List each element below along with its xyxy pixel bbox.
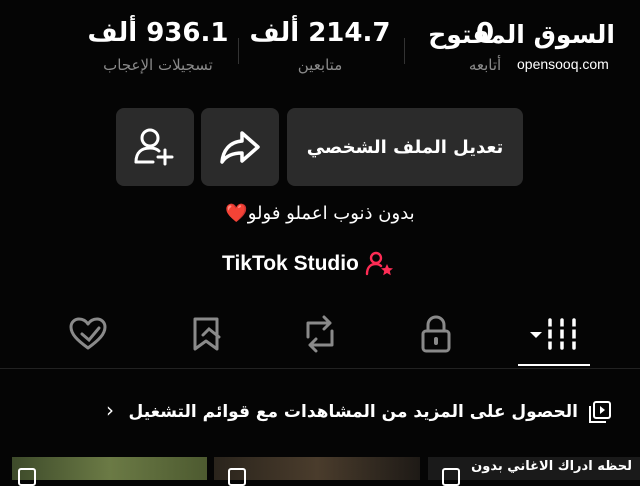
- edit-profile-button[interactable]: تعديل الملف الشخصي: [287, 108, 523, 186]
- watermark-arabic: السوق المفتوح: [428, 20, 615, 49]
- creator-star-icon: [365, 251, 393, 276]
- hidden-bookmark-icon: [193, 317, 221, 351]
- playlist-promo-text: الحصول على المزيد من المشاهدات مع قوائم …: [128, 402, 578, 422]
- select-checkbox[interactable]: [442, 468, 460, 486]
- stats-divider: [238, 38, 239, 64]
- tiktok-studio-label: TikTok Studio: [222, 252, 359, 275]
- share-profile-button[interactable]: [201, 108, 279, 186]
- chevron-right-icon: ›: [106, 398, 114, 422]
- add-friend-button[interactable]: [116, 108, 194, 186]
- tab-reposts[interactable]: [290, 306, 350, 362]
- likes-stat[interactable]: 936.1 ألف تسجيلات الإعجاب: [78, 14, 238, 74]
- add-user-icon: [134, 128, 174, 166]
- profile-bio: بدون ذنوب اعملو فولو❤️: [200, 203, 440, 224]
- tabs-divider: [0, 368, 640, 369]
- active-tab-indicator: [518, 364, 590, 366]
- opensooq-watermark: السوق المفتوح opensooq.com: [428, 18, 625, 78]
- tab-private[interactable]: [406, 306, 466, 362]
- video-thumbnail[interactable]: [12, 457, 207, 480]
- hidden-heart-icon: [69, 317, 107, 350]
- select-checkbox[interactable]: [228, 468, 246, 486]
- watermark-latin: opensooq.com: [517, 56, 609, 72]
- select-checkbox[interactable]: [18, 468, 36, 486]
- tab-liked[interactable]: [58, 306, 118, 362]
- thumbnail-caption: لحظه ادراك الاغاني بدون: [471, 459, 632, 474]
- grid-icon: [530, 318, 578, 350]
- stats-divider: [404, 38, 405, 64]
- bio-text: بدون ذنوب اعملو فولو: [247, 203, 415, 224]
- followers-count: 214.7 ألف: [249, 18, 391, 48]
- tab-favorites[interactable]: [176, 306, 236, 362]
- followers-label: متابعين: [297, 56, 343, 74]
- playlist-icon: [589, 401, 611, 423]
- tiktok-studio-link[interactable]: TikTok Studio: [222, 248, 395, 280]
- lock-icon: [421, 315, 451, 353]
- likes-count: 936.1 ألف: [87, 18, 229, 48]
- repost-icon: [306, 315, 334, 353]
- tab-videos[interactable]: [520, 306, 590, 362]
- likes-label: تسجيلات الإعجاب: [103, 56, 213, 74]
- followers-stat[interactable]: 214.7 ألف متابعين: [245, 14, 395, 74]
- playlist-promo[interactable]: › الحصول على المزيد من المشاهدات مع قوائ…: [100, 396, 612, 428]
- heart-emoji: ❤️: [225, 203, 248, 224]
- share-arrow-icon: [220, 131, 260, 164]
